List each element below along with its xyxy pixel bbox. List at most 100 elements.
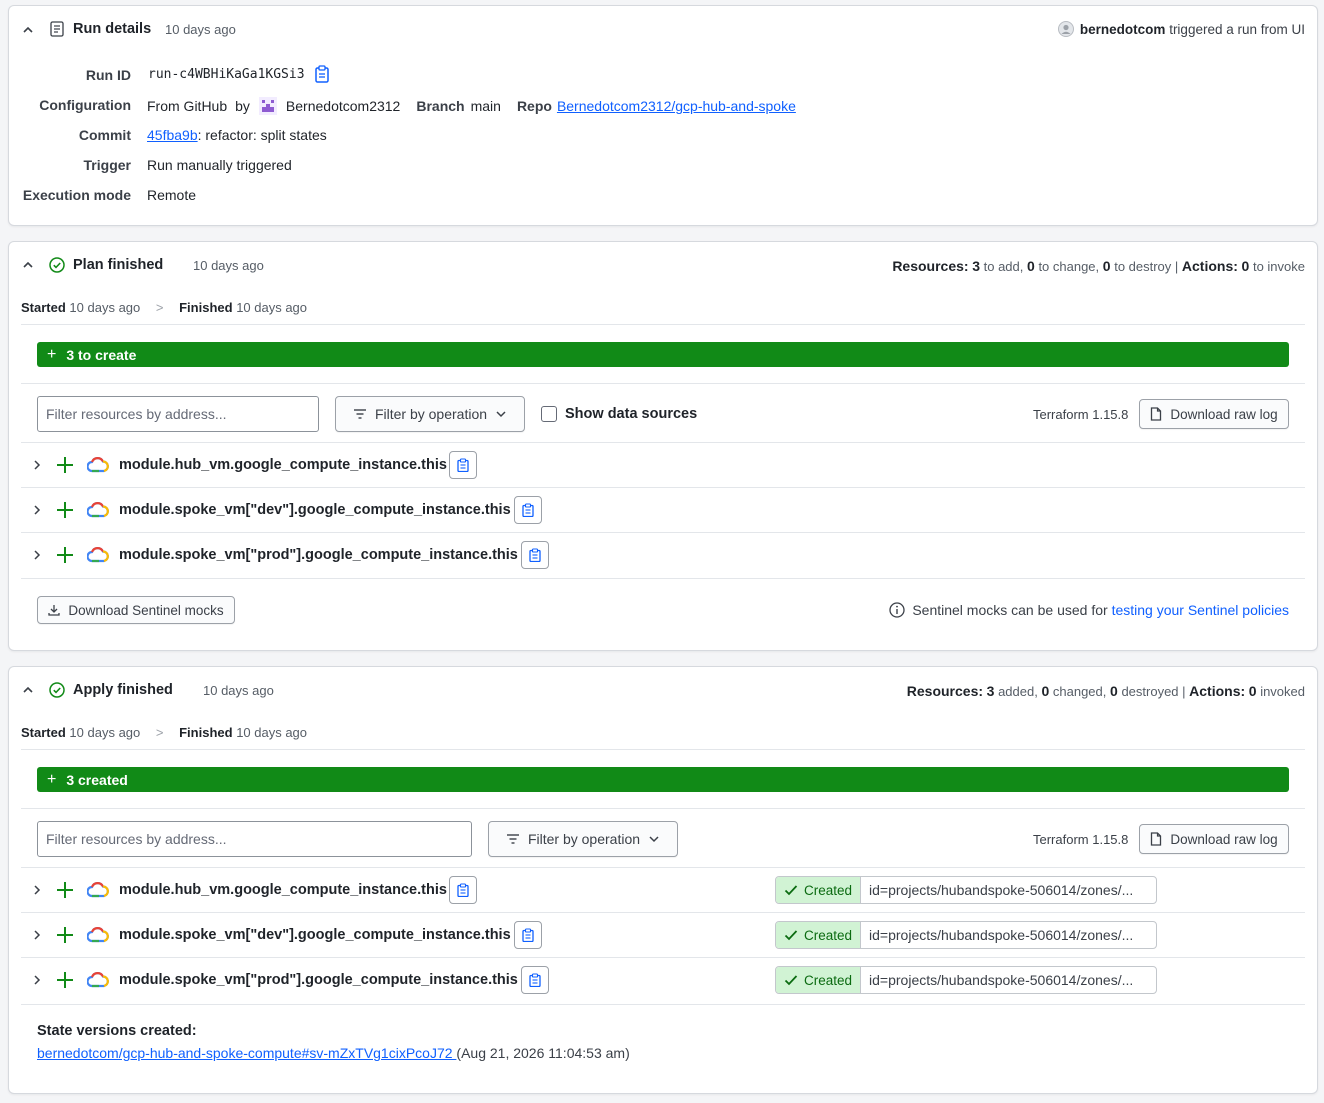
clipboard-icon[interactable]: [314, 65, 330, 83]
table-row[interactable]: module.spoke_vm["prod"].google_compute_i…: [9, 532, 1319, 577]
state-version-date: (Aug 21, 2026 11:04:53 am): [456, 1045, 630, 1061]
plus-icon: +: [47, 345, 57, 363]
triggered-by: bernedotcom triggered a run from UI: [1057, 21, 1305, 37]
changed-text: changed: [1052, 684, 1103, 699]
plus-icon: [57, 882, 73, 898]
download-icon: [48, 605, 60, 616]
divider: [21, 808, 1305, 809]
filter-by-operation-dropdown[interactable]: Filter by operation: [335, 396, 525, 432]
chevron-up-icon[interactable]: [22, 24, 34, 36]
changed-count: 0: [1041, 683, 1050, 699]
destroy-text: to destroy: [1114, 259, 1172, 274]
configuration-label: Configuration: [39, 97, 131, 113]
apply-title: Apply finished: [73, 682, 173, 698]
chevron-right-icon[interactable]: [32, 974, 42, 986]
filter-resources-input[interactable]: [37, 821, 472, 857]
destroyed-text: destroyed: [1121, 684, 1179, 699]
destroy-count: 0: [1102, 258, 1111, 274]
change-count: 0: [1027, 258, 1035, 274]
apply-resource-summary: Resources: 3 added, 0 changed, 0 destroy…: [906, 683, 1305, 699]
user-avatar-icon: [1057, 21, 1074, 37]
change-text: to change: [1038, 259, 1096, 274]
copy-address-button[interactable]: [514, 496, 542, 524]
show-data-sources-checkbox[interactable]: [541, 406, 557, 422]
info-icon: [889, 602, 905, 618]
divider: [21, 1004, 1305, 1005]
plus-icon: [57, 972, 73, 988]
table-row[interactable]: module.hub_vm.google_compute_instance.th…: [9, 442, 1319, 487]
show-data-sources-label[interactable]: Show data sources: [565, 406, 697, 422]
branch-value: main: [470, 98, 501, 114]
status-badge: Created: [776, 877, 862, 903]
started-value: 10 days ago: [69, 300, 141, 315]
resource-address: module.hub_vm.google_compute_instance.th…: [119, 457, 447, 473]
plan-time: 10 days ago: [193, 258, 264, 273]
table-row[interactable]: module.hub_vm.google_compute_instance.th…: [9, 867, 1319, 912]
finished-label: Finished: [179, 300, 233, 315]
table-row[interactable]: module.spoke_vm["dev"].google_compute_in…: [9, 912, 1319, 957]
repo-label: Repo: [516, 98, 552, 114]
invoke-count: 0: [1241, 258, 1250, 274]
configuration-value: From GitHub by Bernedotcom2312 Branch ma…: [147, 97, 796, 115]
chevron-up-icon[interactable]: [22, 259, 34, 271]
run-details-panel: Run details 10 days ago bernedotcom trig…: [8, 5, 1318, 226]
chevron-down-icon: [496, 411, 506, 418]
copy-address-button[interactable]: [521, 541, 549, 569]
resource-id: id=projects/hubandspoke-506014/zones/...: [869, 927, 1134, 943]
trigger-label: Trigger: [83, 157, 131, 173]
status-label: Created: [804, 882, 853, 898]
run-details-time: 10 days ago: [165, 22, 236, 37]
chevron-down-icon: [649, 836, 659, 843]
download-raw-log-button[interactable]: Download raw log: [1139, 399, 1289, 429]
commit-hash-link[interactable]: 45fba9b: [147, 127, 198, 143]
google-cloud-icon: [87, 882, 109, 898]
run-details-title: Run details: [73, 21, 152, 37]
download-sentinel-mocks-button[interactable]: Download Sentinel mocks: [37, 596, 235, 624]
google-cloud-icon: [87, 547, 109, 563]
chevron-right-icon[interactable]: [32, 504, 42, 516]
apply-timing: Started 10 days ago > Finished 10 days a…: [21, 725, 307, 740]
resource-address: module.spoke_vm["prod"].google_compute_i…: [119, 547, 518, 563]
added-count: 3: [986, 683, 995, 699]
chevron-right-icon[interactable]: [32, 459, 42, 471]
chevron-up-icon[interactable]: [22, 684, 34, 696]
google-cloud-icon: [87, 972, 109, 988]
repo-link[interactable]: Bernedotcom2312/gcp-hub-and-spoke: [557, 98, 796, 114]
chevron-right-icon[interactable]: [32, 884, 42, 896]
copy-address-button[interactable]: [449, 876, 477, 904]
google-cloud-icon: [87, 457, 109, 473]
clipboard-icon: [522, 928, 534, 942]
divider: [21, 383, 1305, 384]
add-count: 3: [972, 258, 980, 274]
plan-create-bar: +3 to create: [37, 342, 1289, 367]
execution-mode-label: Execution mode: [22, 187, 131, 203]
status-badge: Created: [776, 967, 862, 993]
run-id-value: run-c4WBHiKaGa1KGSi3: [148, 67, 305, 82]
copy-address-button[interactable]: [514, 921, 542, 949]
download-raw-log-button[interactable]: Download raw log: [1139, 824, 1289, 854]
chevron-right-icon[interactable]: [32, 929, 42, 941]
file-icon: [1151, 407, 1162, 421]
copy-address-button[interactable]: [449, 451, 477, 479]
table-row[interactable]: module.spoke_vm["prod"].google_compute_i…: [9, 957, 1319, 1002]
filter-by-operation-dropdown[interactable]: Filter by operation: [488, 821, 678, 857]
chevron-right-icon[interactable]: [32, 549, 42, 561]
terraform-version: Terraform 1.15.8: [1033, 407, 1129, 422]
filter-resources-input[interactable]: [37, 396, 319, 432]
download-raw-log-label: Download raw log: [1170, 406, 1278, 422]
commit-value: 45fba9b: refactor: split states: [147, 127, 327, 143]
apply-panel: Apply finished 10 days ago Resources: 3 …: [8, 666, 1318, 1094]
state-version-link[interactable]: bernedotcom/gcp-hub-and-spoke-compute#sv…: [37, 1045, 456, 1061]
apply-time: 10 days ago: [203, 683, 274, 698]
sentinel-mocks-info-text: Sentinel mocks can be used for: [912, 602, 1112, 618]
testing-sentinel-policies-link[interactable]: testing your Sentinel policies: [1112, 602, 1289, 618]
commit-message: : refactor: split states: [197, 127, 327, 143]
filter-icon: [353, 409, 366, 419]
state-version-entry: bernedotcom/gcp-hub-and-spoke-compute#sv…: [37, 1045, 630, 1061]
table-row[interactable]: module.spoke_vm["dev"].google_compute_in…: [9, 487, 1319, 532]
copy-address-button[interactable]: [521, 966, 549, 994]
filter-by-operation-label: Filter by operation: [374, 406, 488, 422]
resource-address: module.spoke_vm["dev"].google_compute_in…: [119, 927, 511, 943]
filter-by-operation-label: Filter by operation: [527, 831, 641, 847]
status-label: Created: [804, 927, 853, 943]
